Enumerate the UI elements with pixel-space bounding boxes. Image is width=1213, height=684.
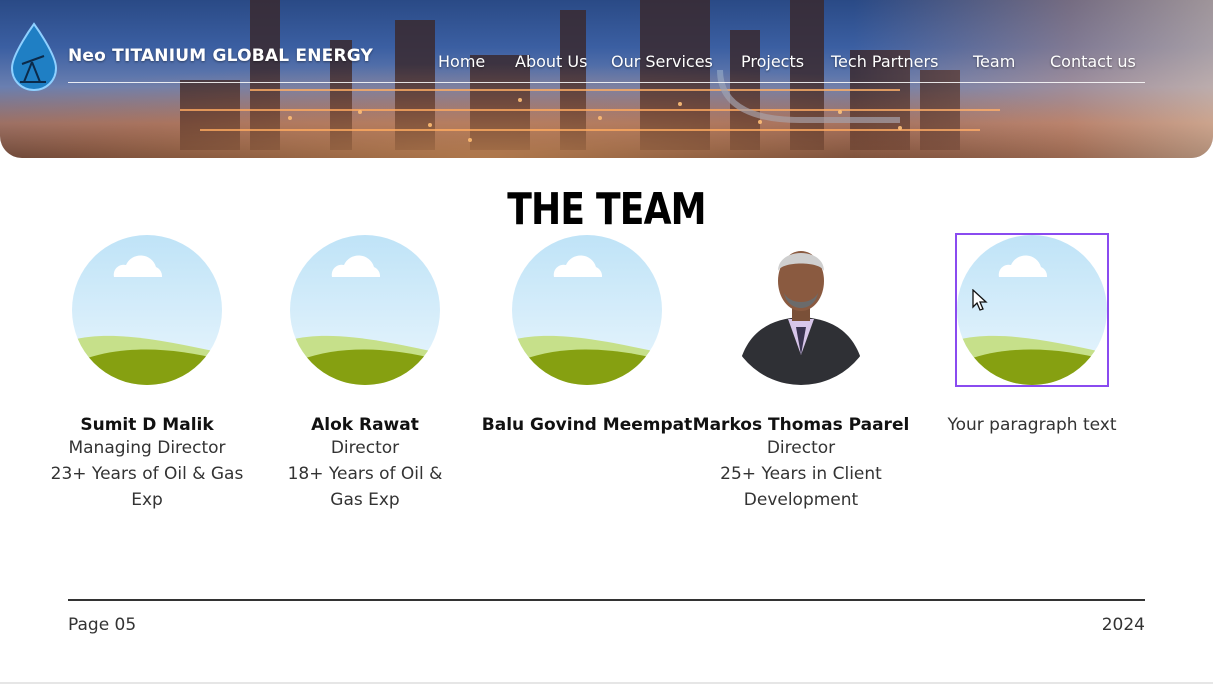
nav-contact-us[interactable]: Contact us	[1050, 52, 1136, 71]
member-experience: 25+ Years in Client	[720, 464, 882, 484]
member-experience-cont: Gas Exp	[330, 490, 400, 510]
member-experience-cont: Development	[743, 490, 859, 510]
footer-divider	[68, 599, 1145, 601]
member-name: Alok Rawat	[311, 415, 419, 435]
member-experience: 23+ Years of Oil & Gas	[50, 464, 244, 484]
nav-home[interactable]: Home	[438, 52, 485, 71]
avatar-placeholder-image[interactable]	[512, 235, 662, 385]
team-member-card: Alok Rawat Director 18+ Years of Oil & G…	[255, 235, 475, 513]
nav-about-us[interactable]: About Us	[515, 52, 587, 71]
member-name: Balu Govind Meempat	[481, 415, 693, 435]
main-nav: Home About Us Our Services Projects Tech…	[0, 52, 1213, 74]
nav-divider	[68, 82, 1145, 83]
header-banner: Neo TITANIUM GLOBAL ENERGY Home About Us…	[0, 0, 1213, 158]
placeholder-paragraph[interactable]: Your paragraph text	[922, 415, 1142, 435]
member-name: Markos Thomas Paarel	[692, 415, 910, 435]
team-member-card: Your paragraph text	[922, 233, 1142, 435]
member-role: Director	[330, 438, 400, 458]
nav-team[interactable]: Team	[973, 52, 1015, 71]
team-member-card: Balu Govind Meempat	[477, 235, 697, 435]
page-number: Page 05	[68, 615, 137, 635]
member-photo[interactable]	[726, 235, 876, 385]
section-title: THE TEAM	[507, 184, 706, 235]
team-member-card: Markos Thomas Paarel Director 25+ Years …	[691, 235, 911, 513]
nav-our-services[interactable]: Our Services	[611, 52, 713, 71]
member-role: Managing Director	[68, 438, 226, 458]
avatar-placeholder-image[interactable]	[72, 235, 222, 385]
team-member-card: Sumit D Malik Managing Director 23+ Year…	[37, 235, 257, 513]
member-experience: 18+ Years of Oil &	[287, 464, 443, 484]
member-experience-cont: Exp	[131, 490, 163, 510]
mouse-cursor-icon	[972, 289, 988, 311]
nav-projects[interactable]: Projects	[741, 52, 804, 71]
nav-tech-partners[interactable]: Tech Partners	[831, 52, 938, 71]
member-role: Director	[766, 438, 836, 458]
footer-year: 2024	[1101, 615, 1145, 635]
member-name: Sumit D Malik	[80, 415, 214, 435]
avatar-placeholder-image[interactable]	[290, 235, 440, 385]
